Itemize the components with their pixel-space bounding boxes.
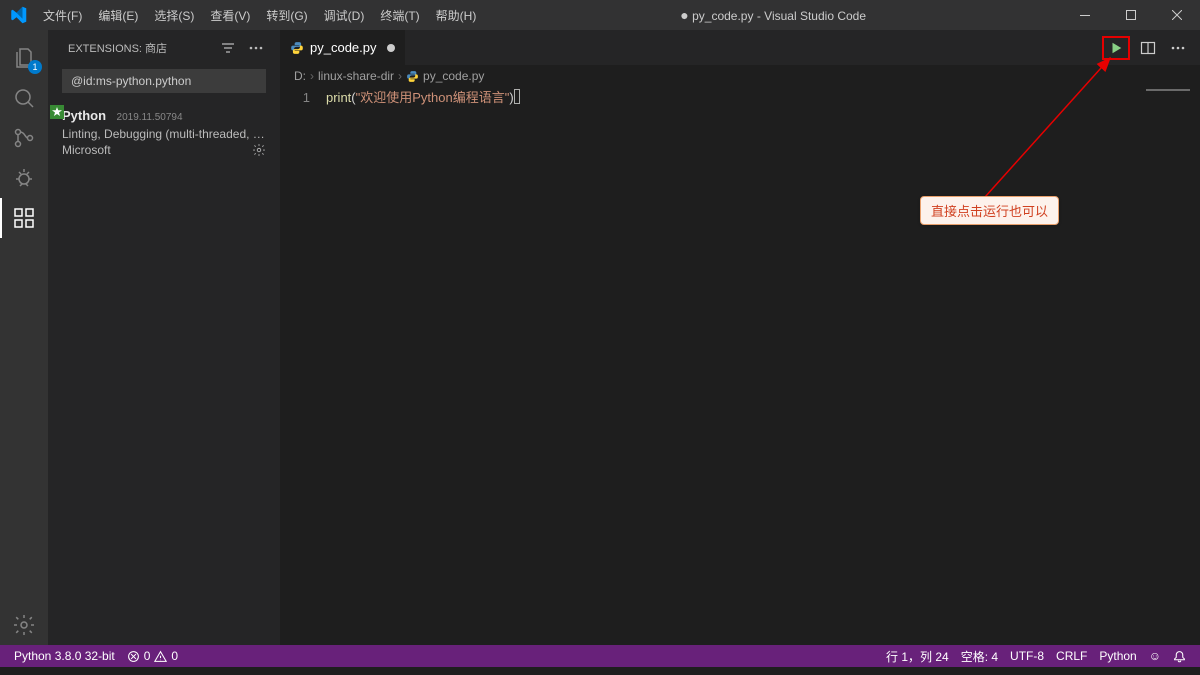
- explorer-badge: 1: [28, 60, 42, 74]
- window-controls: [1062, 0, 1200, 30]
- extensions-search-input[interactable]: @id:ms-python.python: [62, 69, 266, 93]
- status-bar: Python 3.8.0 32-bit 0 0 行 1，列 24 空格: 4 U…: [0, 645, 1200, 667]
- maximize-button[interactable]: [1108, 0, 1154, 30]
- editor-tabs: py_code.py: [280, 30, 1200, 65]
- extension-version: 2019.11.50794: [117, 112, 183, 123]
- status-feedback-icon[interactable]: ☺: [1143, 649, 1167, 663]
- minimize-button[interactable]: [1062, 0, 1108, 30]
- menu-view[interactable]: 查看(V): [202, 7, 258, 24]
- tab-dirty-icon: [387, 44, 395, 52]
- status-language[interactable]: Python: [1093, 649, 1142, 663]
- python-file-icon: [406, 70, 419, 83]
- status-interpreter[interactable]: Python 3.8.0 32-bit: [8, 649, 121, 663]
- chevron-right-icon: ›: [398, 69, 402, 83]
- menu-debug[interactable]: 调试(D): [316, 7, 373, 24]
- extension-publisher: Microsoft: [62, 143, 266, 157]
- tab-pycode[interactable]: py_code.py: [280, 30, 406, 65]
- activity-extensions[interactable]: [0, 198, 48, 238]
- menu-terminal[interactable]: 终端(T): [372, 7, 427, 24]
- extension-name: Python: [62, 108, 106, 123]
- extension-manage-icon[interactable]: [252, 143, 266, 157]
- title-app: Visual Studio Code: [764, 9, 866, 23]
- menu-goto[interactable]: 转到(G): [258, 7, 315, 24]
- status-problems[interactable]: 0 0: [121, 649, 184, 663]
- minimap-line: [1146, 89, 1190, 91]
- status-indent[interactable]: 空格: 4: [955, 648, 1004, 665]
- title-bar: 文件(F) 编辑(E) 选择(S) 查看(V) 转到(G) 调试(D) 终端(T…: [0, 0, 1200, 30]
- dirty-indicator-icon: ●: [680, 7, 688, 23]
- menu-select[interactable]: 选择(S): [146, 7, 202, 24]
- menu-file[interactable]: 文件(F): [35, 7, 90, 24]
- run-button[interactable]: [1102, 36, 1130, 60]
- extension-item-python[interactable]: Python 2019.11.50794 Linting, Debugging …: [48, 101, 280, 165]
- vscode-logo-icon: [0, 6, 35, 24]
- activity-scm[interactable]: [0, 118, 48, 158]
- activity-search[interactable]: [0, 78, 48, 118]
- chevron-right-icon: ›: [310, 69, 314, 83]
- status-warnings: 0: [171, 649, 178, 663]
- annotation-text: 直接点击运行也可以: [931, 204, 1048, 219]
- status-encoding[interactable]: UTF-8: [1004, 649, 1050, 663]
- window-title: ● py_code.py - Visual Studio Code: [484, 7, 1062, 23]
- code-line-1[interactable]: print("欢迎使用Python编程语言"): [326, 89, 520, 645]
- activity-explorer[interactable]: 1: [0, 38, 48, 78]
- close-button[interactable]: [1154, 0, 1200, 30]
- activity-bar: 1: [0, 30, 48, 645]
- menu-edit[interactable]: 编辑(E): [90, 7, 146, 24]
- sidebar-title: EXTENSIONS: 商店: [68, 40, 167, 56]
- status-notifications-icon[interactable]: [1167, 650, 1192, 663]
- breadcrumb[interactable]: D: › linux-share-dir › py_code.py: [280, 65, 1200, 87]
- title-filename: py_code.py: [692, 9, 753, 23]
- status-errors: 0: [144, 649, 151, 663]
- tab-filename: py_code.py: [310, 40, 377, 55]
- token-string: "欢迎使用Python编程语言": [356, 90, 510, 105]
- status-eol[interactable]: CRLF: [1050, 649, 1093, 663]
- status-line-col[interactable]: 行 1，列 24: [880, 648, 955, 665]
- token-function: print: [326, 90, 351, 105]
- editor-area: py_code.py D: › linux-share-dir › py_cod…: [280, 30, 1200, 645]
- verified-star-icon: [50, 105, 64, 119]
- sidebar-extensions: EXTENSIONS: 商店 @id:ms-python.python Pyth…: [48, 30, 280, 645]
- menu-help[interactable]: 帮助(H): [428, 7, 485, 24]
- code-editor[interactable]: 1 print("欢迎使用Python编程语言"): [280, 87, 1200, 645]
- cursor: [514, 89, 520, 104]
- annotation-callout: 直接点击运行也可以: [920, 196, 1059, 225]
- line-number: 1: [280, 89, 310, 107]
- breadcrumb-drive[interactable]: D:: [294, 69, 306, 83]
- breadcrumb-folder[interactable]: linux-share-dir: [318, 69, 394, 83]
- filter-icon[interactable]: [220, 40, 236, 56]
- sidebar-header: EXTENSIONS: 商店: [48, 30, 280, 65]
- menu-bar: 文件(F) 编辑(E) 选择(S) 查看(V) 转到(G) 调试(D) 终端(T…: [35, 7, 484, 24]
- breadcrumb-file[interactable]: py_code.py: [423, 69, 484, 83]
- editor-more-icon[interactable]: [1166, 36, 1190, 60]
- extension-description: Linting, Debugging (multi-threaded, r...: [62, 127, 266, 141]
- more-icon[interactable]: [248, 40, 264, 56]
- minimap[interactable]: [1142, 87, 1200, 645]
- split-editor-icon[interactable]: [1136, 36, 1160, 60]
- activity-settings[interactable]: [0, 605, 48, 645]
- line-number-gutter: 1: [280, 89, 326, 645]
- activity-debug[interactable]: [0, 158, 48, 198]
- python-file-icon: [290, 41, 304, 55]
